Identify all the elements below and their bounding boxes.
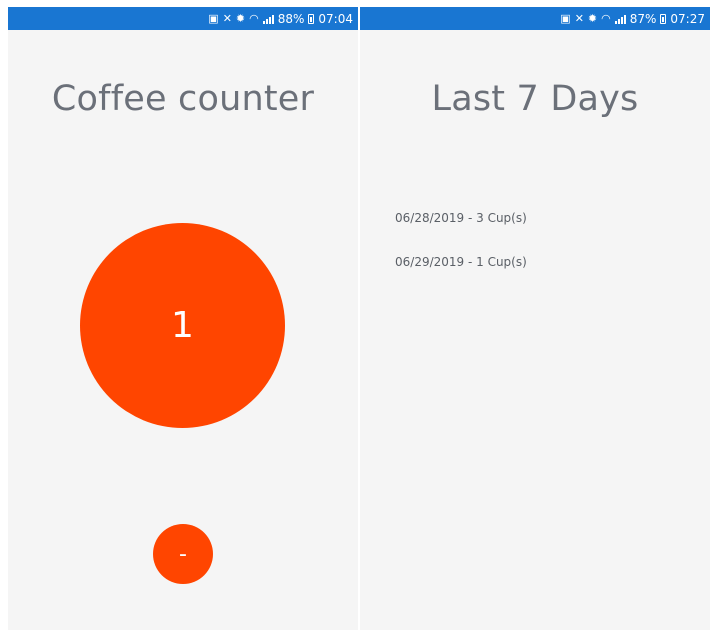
status-bar: ▣ ✕ ✹ ◠ 88% 07:04 <box>8 7 358 30</box>
battery-percent: 88% <box>277 11 305 26</box>
coffee-counter-screen: ▣ ✕ ✹ ◠ 88% 07:04 Coffee counter 1 - <box>8 7 358 630</box>
list-item: 06/28/2019 - 3 Cup(s) <box>395 211 527 225</box>
battery-saver-icon: ▣ <box>208 12 219 25</box>
status-bar: ▣ ✕ ✹ ◠ 87% 07:27 <box>360 7 710 30</box>
battery-percent: 87% <box>629 11 657 26</box>
battery-icon <box>308 13 315 24</box>
signal-icon <box>262 14 274 24</box>
screens-container: ▣ ✕ ✹ ◠ 88% 07:04 Coffee counter 1 - ▣ ✕… <box>0 0 717 637</box>
mute-icon: ✕ <box>574 12 584 25</box>
increment-counter-button[interactable]: 1 <box>80 223 285 428</box>
wifi-icon: ◠ <box>249 12 259 25</box>
battery-icon <box>660 13 667 24</box>
decrement-button[interactable]: - <box>153 524 213 584</box>
page-title: Last 7 Days <box>431 79 639 119</box>
settings-icon: ✹ <box>235 12 246 25</box>
settings-icon: ✹ <box>587 12 598 25</box>
status-time: 07:27 <box>670 11 705 26</box>
mute-icon: ✕ <box>222 12 232 25</box>
page-title: Coffee counter <box>51 79 315 119</box>
signal-icon <box>614 14 626 24</box>
list-item: 06/29/2019 - 1 Cup(s) <box>395 255 527 269</box>
history-screen: ▣ ✕ ✹ ◠ 87% 07:27 Last 7 Days 06/28/2019… <box>360 7 710 630</box>
status-time: 07:04 <box>318 11 353 26</box>
wifi-icon: ◠ <box>601 12 611 25</box>
battery-saver-icon: ▣ <box>560 12 571 25</box>
history-list: 06/28/2019 - 3 Cup(s) 06/29/2019 - 1 Cup… <box>395 207 695 295</box>
